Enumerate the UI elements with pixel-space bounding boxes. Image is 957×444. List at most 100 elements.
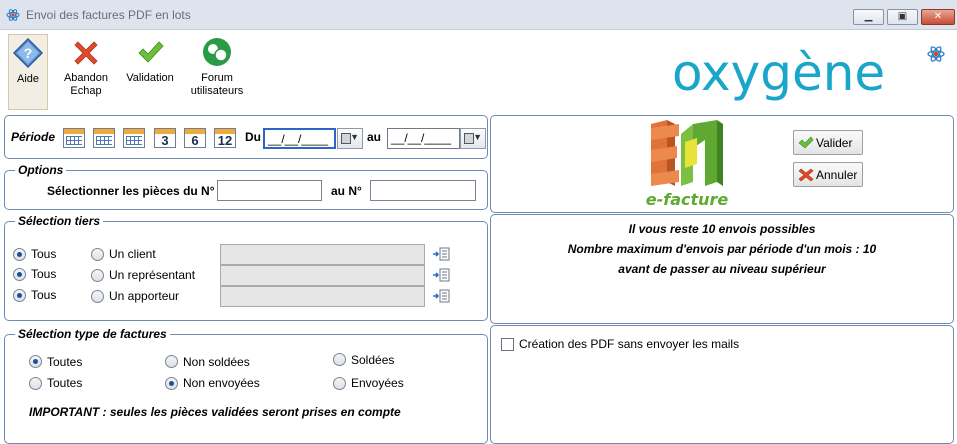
invoice-unpaid-label: Non soldées (183, 355, 250, 369)
tiers-client-radio[interactable] (91, 248, 104, 261)
important-note: IMPORTANT : seules les pièces validées s… (29, 405, 401, 419)
tiers-legend: Sélection tiers (15, 214, 104, 228)
svg-text:?: ? (24, 45, 33, 61)
period-6-months-button[interactable]: 6 (184, 128, 206, 148)
options-legend: Options (15, 163, 67, 177)
client-input[interactable] (220, 244, 425, 265)
check-icon (798, 136, 814, 149)
cross-icon (74, 41, 98, 65)
quota-upgrade: avant de passer au niveau supérieur (618, 262, 826, 276)
representative-picker-icon[interactable] (432, 268, 450, 282)
annuler-button[interactable]: Annuler (793, 162, 863, 187)
period-label: Période (11, 130, 56, 144)
logo-atom-icon (927, 46, 945, 62)
period-month-button[interactable] (123, 128, 145, 148)
tiers-all-radio-1[interactable] (13, 248, 26, 261)
efacture-panel: e-facture Valider Annuler (490, 115, 954, 213)
date-from-dropdown[interactable]: ▼ (337, 128, 363, 149)
help-button[interactable]: ? Aide (8, 34, 48, 110)
invoice-paid-radio[interactable] (333, 353, 346, 366)
pdf-only-label: Création des PDF sans envoyer les mails (519, 337, 740, 351)
tiers-all-label-2: Tous (31, 267, 57, 281)
referrer-picker-icon[interactable] (432, 289, 450, 303)
tiers-all-label-1: Tous (31, 247, 57, 261)
period-day-button[interactable] (63, 128, 85, 148)
period-week-button[interactable] (93, 128, 115, 148)
forum-label: Forum utilisateurs (190, 72, 244, 97)
tiers-all-radio-3[interactable] (13, 289, 26, 302)
forum-users-icon (203, 38, 231, 66)
validation-label: Validation (126, 72, 174, 84)
calendar-week-icon (96, 136, 112, 145)
tiers-client-label: Un client (109, 247, 156, 261)
referrer-input[interactable] (220, 286, 425, 307)
maximize-icon: ▣ (897, 11, 908, 22)
valider-button[interactable]: Valider (793, 130, 863, 155)
piece-from-label: Sélectionner les pièces du N° (47, 184, 215, 198)
period-12-label: 12 (217, 133, 233, 148)
pdf-only-panel: Création des PDF sans envoyer les mails (490, 325, 954, 444)
representative-input[interactable] (220, 265, 425, 286)
chevron-down-icon: ▼ (350, 132, 359, 142)
minimize-button[interactable]: ▁ (853, 9, 884, 25)
period-6-label: 6 (191, 133, 199, 148)
period-12-months-button[interactable]: 12 (214, 128, 236, 148)
client-picker-icon[interactable] (432, 247, 450, 261)
period-3-months-button[interactable]: 3 (154, 128, 176, 148)
invoice-type-panel: Sélection type de factures Toutes Non so… (4, 327, 488, 444)
close-red-icon (798, 168, 814, 182)
tiers-referrer-radio[interactable] (91, 290, 104, 303)
invoice-all-radio-1[interactable] (29, 355, 42, 368)
oxygene-logo-text: oxygène (672, 44, 885, 102)
valider-label: Valider (816, 136, 853, 150)
invoice-sent-radio[interactable] (333, 377, 346, 390)
tiers-all-radio-2[interactable] (13, 268, 26, 281)
app-atom-icon (6, 9, 20, 21)
calendar-day-icon (66, 136, 82, 145)
date-to-input[interactable]: __/__/____ (387, 128, 460, 149)
tiers-panel: Sélection tiers Tous Un client Tous Un r… (4, 214, 488, 321)
chevron-down-icon: ▼ (473, 132, 482, 142)
title-bar: Envoi des factures PDF en lots ▁ ▣ ✕ (0, 0, 957, 30)
tiers-representative-radio[interactable] (91, 269, 104, 282)
quota-remaining: Il vous reste 10 envois possibles (628, 222, 816, 236)
tiers-referrer-label: Un apporteur (109, 289, 180, 303)
calendar-month-icon (126, 136, 142, 145)
period-panel: Période 3 6 12 Du __/__/____ ▼ au __/__/… (4, 115, 488, 159)
date-from-label: Du (245, 130, 261, 144)
tiers-representative-label: Un représentant (109, 268, 196, 282)
annuler-label: Annuler (816, 168, 858, 182)
help-label: Aide (16, 73, 40, 85)
period-3-label: 3 (161, 133, 169, 148)
abort-button[interactable]: Abandon Echap (58, 34, 114, 110)
piece-to-input[interactable] (370, 180, 476, 201)
invoice-not-sent-label: Non envoyées (183, 376, 260, 390)
validation-button[interactable]: Validation (122, 34, 178, 110)
close-button[interactable]: ✕ (921, 9, 955, 25)
date-from-input[interactable]: __/__/____ (263, 128, 336, 149)
checkmark-icon (138, 41, 164, 63)
pdf-only-checkbox[interactable] (501, 338, 514, 351)
invoice-all-radio-2[interactable] (29, 377, 42, 390)
quota-max: Nombre maximum d'envois par période d'un… (567, 242, 877, 256)
invoice-unpaid-radio[interactable] (165, 355, 178, 368)
invoice-all-label-2: Toutes (47, 376, 83, 390)
efacture-logo: e-facture (646, 120, 729, 209)
piece-from-input[interactable] (217, 180, 322, 201)
tiers-all-label-3: Tous (31, 288, 57, 302)
efacture-text: e-facture (646, 190, 729, 209)
invoice-type-legend: Sélection type de factures (15, 327, 170, 341)
invoice-sent-label: Envoyées (351, 376, 404, 390)
date-to-dropdown[interactable]: ▼ (460, 128, 486, 149)
invoice-paid-label: Soldées (351, 353, 395, 367)
piece-to-label: au N° (331, 184, 362, 198)
quota-panel: Il vous reste 10 envois possibles Nombre… (490, 214, 954, 324)
abort-label: Abandon Echap (63, 72, 109, 97)
oxygene-logo: oxygène (672, 44, 945, 102)
forum-button[interactable]: Forum utilisateurs (188, 34, 246, 110)
invoice-not-sent-radio[interactable] (165, 377, 178, 390)
invoice-all-label-1: Toutes (47, 355, 83, 369)
options-panel: Options Sélectionner les pièces du N° au… (4, 163, 488, 210)
help-icon: ? (12, 37, 44, 69)
maximize-button[interactable]: ▣ (887, 9, 918, 25)
